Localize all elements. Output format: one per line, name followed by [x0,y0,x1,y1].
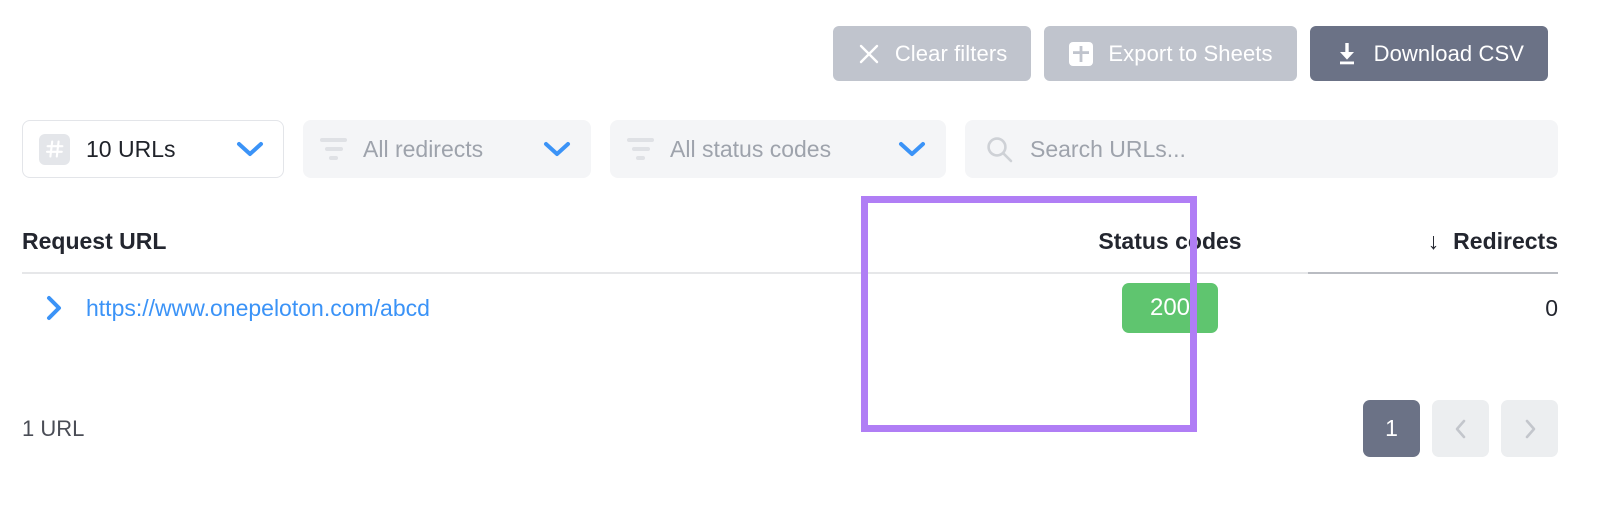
status-codes-header-label: Status codes [1098,228,1242,254]
expand-row-chevron-icon[interactable] [22,294,86,322]
page-button-1[interactable]: 1 [1363,400,1420,457]
export-to-sheets-button[interactable]: Export to Sheets [1044,26,1297,81]
filter-icon [627,138,654,160]
redirects-header-label: Redirects [1453,228,1558,254]
table-header-row: Request URL Status codes ↓ Redirects [0,196,1600,272]
results-count-label: 1 URL [22,415,85,441]
redirects-filter-label: All redirects [363,135,484,162]
pagination: 1 [1363,400,1558,457]
status-codes-filter-label: All status codes [670,135,832,162]
redirects-sorted-underline [1308,272,1558,274]
table-actions-toolbar: Clear filters Export to Sheets Download … [832,26,1548,81]
clear-filters-label: Clear filters [894,40,1008,66]
column-header-request-url[interactable]: Request URL [22,230,1002,272]
download-csv-button[interactable]: Download CSV [1309,26,1548,81]
status-code-badge: 200 [1122,283,1218,333]
download-csv-label: Download CSV [1373,40,1524,66]
filter-bar: 10 URLs All redirects All status codes S… [22,120,1558,178]
url-count-dropdown[interactable]: 10 URLs [22,120,284,178]
search-icon [985,135,1014,164]
request-url-link[interactable]: https://www.onepeloton.com/abcd [86,296,430,320]
export-to-sheets-label: Export to Sheets [1108,40,1273,66]
column-header-redirects[interactable]: ↓ Redirects [1338,230,1558,272]
column-header-status-codes[interactable]: Status codes [1002,230,1338,272]
table-row: https://www.onepeloton.com/abcd 200 0 [0,274,1600,342]
previous-page-button[interactable] [1432,400,1489,457]
url-count-label: 10 URLs [86,135,176,162]
chevron-down-icon [542,139,572,159]
status-codes-filter-dropdown[interactable]: All status codes [610,120,946,178]
request-url-header-label: Request URL [22,228,167,254]
chevron-down-icon [897,139,927,159]
hash-icon [39,133,70,165]
filter-icon [320,138,347,160]
close-icon [857,42,881,66]
redirects-count: 0 [1545,294,1558,321]
table-footer: 1 URL 1 [22,400,1558,457]
chevron-down-icon [235,139,265,159]
search-urls-field[interactable]: Search URLs... [965,120,1558,178]
results-table: Request URL Status codes ↓ Redirects htt… [0,196,1600,342]
clear-filters-button[interactable]: Clear filters [832,26,1032,81]
sheets-icon [1068,41,1094,67]
redirects-filter-dropdown[interactable]: All redirects [303,120,591,178]
chevron-right-icon [1525,419,1535,438]
sort-descending-icon: ↓ [1427,228,1440,254]
search-urls-placeholder: Search URLs... [1030,135,1186,162]
download-icon [1334,41,1360,67]
next-page-button[interactable] [1501,400,1558,457]
chevron-left-icon [1455,419,1465,438]
